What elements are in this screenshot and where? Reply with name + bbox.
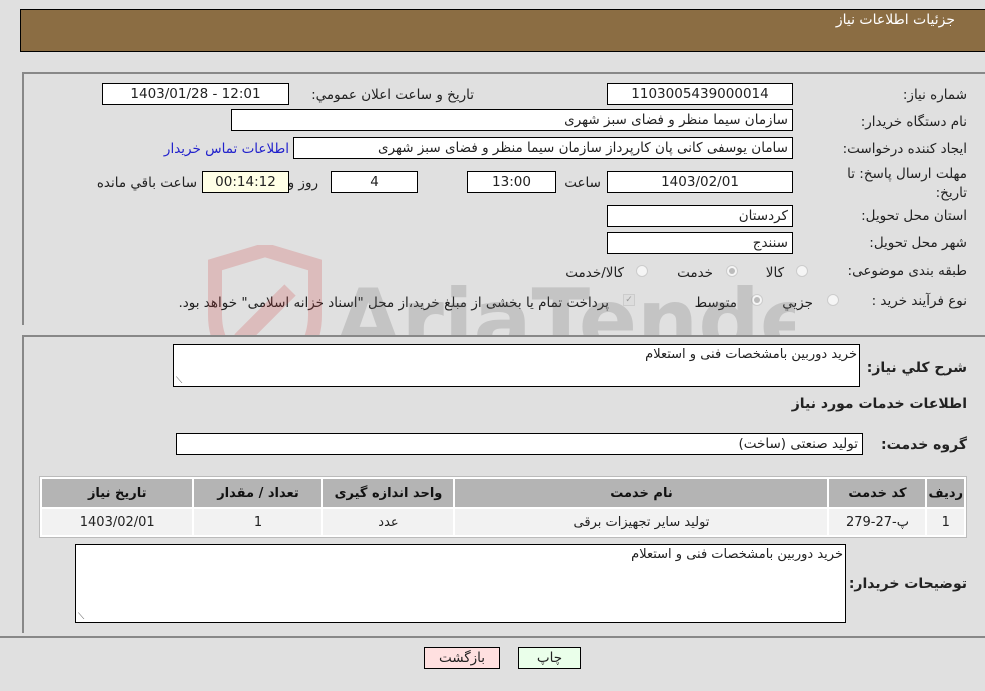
announce-datetime-label: تاريخ و ساعت اعلان عمومي: (311, 87, 474, 103)
cell-unit: عدد (323, 509, 454, 535)
table-row: 1 پ-27-279 توليد ساير تجهيزات برقی عدد 1… (42, 509, 964, 535)
deadline-time-label: ساعت (564, 175, 601, 191)
announce-datetime-field: 1403/01/28 - 12:01 (102, 83, 289, 105)
purchase-type-radio-medium[interactable] (751, 294, 763, 306)
purchase-type-radio-minor[interactable] (827, 294, 839, 306)
category-option-service: خدمت (677, 265, 713, 281)
purchase-type-label: نوع فرآيند خريد : (871, 293, 967, 309)
cell-service-name: توليد ساير تجهيزات برقی (455, 509, 828, 535)
summary-textarea[interactable]: خريد دوربين بامشخصات فنی و استعلام ⟋ (173, 344, 860, 387)
cell-quantity: 1 (194, 509, 322, 535)
cell-service-code: پ-27-279 (829, 509, 926, 535)
buyer-notes-label: توضيحات خريدار: (848, 576, 967, 592)
col-service-name: نام خدمت (455, 479, 828, 507)
services-table: رديف کد خدمت نام خدمت واحد اندازه گيری ت… (39, 476, 967, 538)
treasury-checkbox[interactable]: ✓ (623, 294, 635, 306)
service-group-field: توليد صنعتی (ساخت) (176, 433, 863, 455)
col-unit: واحد اندازه گيری (323, 479, 454, 507)
page-title: جزئيات اطلاعات نياز (835, 12, 955, 28)
category-option-goods-service: کالا/خدمت (565, 265, 624, 281)
purchase-type-option-minor: جزيي (782, 295, 813, 311)
category-option-goods: کالا (765, 265, 784, 281)
services-table-wrapper: رديف کد خدمت نام خدمت واحد اندازه گيری ت… (39, 476, 967, 538)
resize-grip-icon[interactable]: ⟋ (176, 376, 182, 386)
treasury-note: پرداخت تمام يا بخشی از مبلغ خريد،از محل … (178, 295, 609, 311)
footer-divider (0, 636, 985, 638)
category-radio-goods-service[interactable] (636, 265, 648, 277)
province-field: کردستان (607, 205, 793, 227)
col-service-code: کد خدمت (829, 479, 926, 507)
summary-label: شرح کلي نياز: (866, 360, 967, 376)
province-label: استان محل تحويل: (861, 208, 967, 224)
buyer-notes-textarea[interactable]: خريد دوربين بامشخصات فنی و استعلام ⟋ (75, 544, 846, 623)
cell-row-number: 1 (927, 509, 964, 535)
back-button[interactable]: بازگشت (424, 647, 500, 669)
services-heading: اطلاعات خدمات مورد نياز (791, 396, 967, 412)
buyer-org-field: سازمان سيما منظر و فضای سبز شهری (231, 109, 793, 131)
service-group-label: گروه خدمت: (881, 437, 967, 453)
resize-grip-icon[interactable]: ⟋ (78, 612, 84, 622)
cell-need-date: 1403/02/01 (42, 509, 193, 535)
category-label: طبقه بندی موضوعی: (847, 263, 967, 279)
summary-text: خريد دوربين بامشخصات فنی و استعلام (645, 347, 857, 362)
requester-field: سامان یوسفی کانی پان کارپرداز سازمان سیم… (293, 137, 793, 159)
need-number-field: 1103005439000014 (607, 83, 793, 105)
need-number-label: شماره نياز: (902, 87, 967, 103)
category-radio-service[interactable] (726, 265, 738, 277)
days-remaining-field: 4 (331, 171, 418, 193)
buyer-org-label: نام دستگاه خريدار: (860, 114, 967, 130)
remaining-time-label: ساعت باقي مانده (96, 175, 197, 191)
category-radio-goods[interactable] (796, 265, 808, 277)
deadline-time-field: 13:00 (467, 171, 556, 193)
days-label: روز و (287, 175, 318, 191)
deadline-label: مهلت ارسال پاسخ: تا تاريخ: (847, 166, 967, 201)
buyer-notes-text: خريد دوربين بامشخصات فنی و استعلام (631, 547, 843, 562)
remaining-time-field: 00:14:12 (202, 171, 289, 193)
city-field: سنندج (607, 232, 793, 254)
purchase-type-option-medium: متوسط (694, 295, 737, 311)
table-header-row: رديف کد خدمت نام خدمت واحد اندازه گيری ت… (42, 479, 964, 507)
city-label: شهر محل تحويل: (869, 235, 967, 251)
deadline-date-field: 1403/02/01 (607, 171, 793, 193)
print-button[interactable]: چاپ (518, 647, 581, 669)
col-quantity: تعداد / مقدار (194, 479, 322, 507)
col-row-number: رديف (927, 479, 964, 507)
col-need-date: تاريخ نياز (42, 479, 193, 507)
buyer-contact-link[interactable]: اطلاعات تماس خريدار (164, 141, 289, 157)
requester-label: ايجاد کننده درخواست: (842, 141, 967, 157)
